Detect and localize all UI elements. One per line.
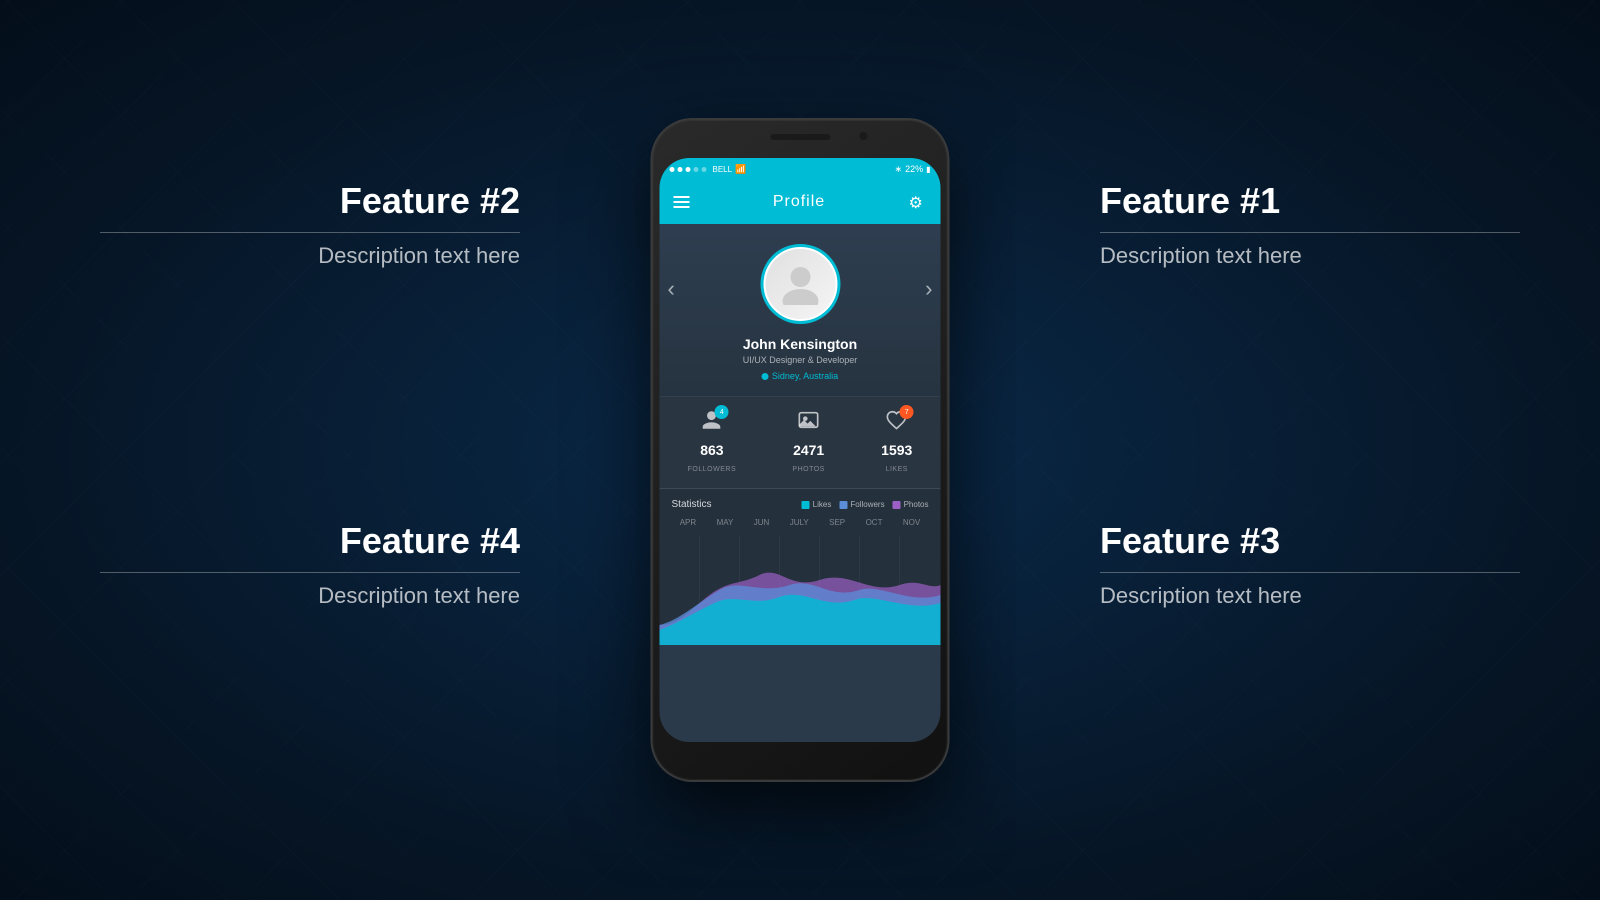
month-apr: APR (680, 518, 696, 527)
app-title: Profile (773, 193, 825, 211)
feature-1-section: Feature #1 Description text here (1100, 180, 1520, 269)
feature-1-title: Feature #1 (1100, 180, 1520, 222)
legend-likes-label: Likes (813, 500, 832, 509)
chart-header: Statistics Likes Followers Photos (660, 499, 941, 518)
month-oct: OCT (866, 518, 883, 527)
location-dot-icon (762, 373, 769, 380)
signal-dot-5 (702, 167, 707, 172)
phone-mockup: BELL 📶 ∗ 22% ▮ Profile ⚙ (653, 120, 948, 780)
feature-2-description: Description text here (100, 243, 520, 269)
bluetooth-icon: ∗ (895, 164, 903, 175)
signal-dot-2 (678, 167, 683, 172)
followers-label: FOLLOWERS (688, 466, 736, 473)
likes-label: LIKES (886, 466, 908, 473)
battery-icon: ▮ (926, 165, 930, 174)
wifi-icon: 📶 (735, 164, 746, 175)
avatar (760, 244, 840, 324)
feature-1-description: Description text here (1100, 243, 1520, 269)
stat-likes[interactable]: 7 1593 LIKES (881, 409, 912, 476)
phone-speaker (770, 134, 830, 140)
month-sep: SEP (829, 518, 845, 527)
signal-dot-3 (686, 167, 691, 172)
phone-camera (860, 132, 868, 140)
feature-1-divider (1100, 232, 1520, 233)
profile-section: ‹ › John Kensington UI/UX Designer (660, 224, 941, 396)
legend-followers-label: Followers (850, 500, 884, 509)
avatar-silhouette-icon (779, 263, 821, 305)
photos-label: PHOTOS (792, 466, 824, 473)
likes-count: 1593 (881, 442, 912, 458)
feature-3-description: Description text here (1100, 583, 1520, 609)
signal-dot-1 (670, 167, 675, 172)
battery-level: 22% (905, 164, 923, 174)
legend-likes-dot (802, 501, 810, 509)
settings-icon[interactable]: ⚙ (908, 193, 926, 211)
menu-icon[interactable] (674, 196, 690, 208)
feature-4-divider (100, 572, 520, 573)
carrier-name: BELL (713, 165, 733, 174)
chart-area (660, 535, 941, 645)
legend-likes: Likes (802, 500, 832, 509)
legend-photos: Photos (893, 500, 929, 509)
avatar-container (760, 244, 840, 324)
month-may: MAY (717, 518, 734, 527)
hamburger-line-3 (674, 206, 690, 208)
feature-4-section: Feature #4 Description text here (100, 520, 520, 609)
feature-3-section: Feature #3 Description text here (1100, 520, 1520, 609)
profile-location: Sidney, Australia (660, 371, 941, 381)
profile-name: John Kensington (660, 336, 941, 352)
signal-dot-4 (694, 167, 699, 172)
feature-3-title: Feature #3 (1100, 520, 1520, 562)
status-bar: BELL 📶 ∗ 22% ▮ (660, 158, 941, 180)
hamburger-line-2 (674, 201, 690, 203)
nav-arrow-right[interactable]: › (925, 278, 932, 300)
feature-2-title: Feature #2 (100, 180, 520, 222)
phone-screen: BELL 📶 ∗ 22% ▮ Profile ⚙ (660, 158, 941, 742)
status-right: ∗ 22% ▮ (895, 164, 931, 175)
statistics-chart (660, 535, 941, 645)
chart-section: Statistics Likes Followers Photos (660, 489, 941, 645)
hamburger-line-1 (674, 196, 690, 198)
legend-photos-dot (893, 501, 901, 509)
month-jun: JUN (754, 518, 770, 527)
stat-photos[interactable]: 2471 PHOTOS (792, 409, 824, 476)
chart-months: APR MAY JUN JULY SEP OCT NOV (660, 518, 941, 535)
legend-followers: Followers (839, 500, 884, 509)
phone-body: BELL 📶 ∗ 22% ▮ Profile ⚙ (653, 120, 948, 780)
photos-icon (798, 409, 820, 436)
month-nov: NOV (903, 518, 920, 527)
feature-4-description: Description text here (100, 583, 520, 609)
feature-4-title: Feature #4 (100, 520, 520, 562)
photos-count: 2471 (792, 442, 824, 458)
chart-legend: Likes Followers Photos (802, 500, 929, 509)
stats-section: 4 863 FOLLOWERS (660, 396, 941, 488)
profile-role: UI/UX Designer & Developer (660, 355, 941, 365)
feature-2-divider (100, 232, 520, 233)
month-july: JULY (790, 518, 809, 527)
legend-photos-label: Photos (904, 500, 929, 509)
nav-arrow-left[interactable]: ‹ (668, 278, 675, 300)
likes-badge: 7 (900, 405, 914, 419)
avatar-placeholder (765, 249, 835, 319)
followers-count: 863 (688, 442, 736, 458)
feature-2-section: Feature #2 Description text here (100, 180, 520, 269)
app-header: Profile ⚙ (660, 180, 941, 224)
followers-badge: 4 (715, 405, 729, 419)
chart-title: Statistics (672, 499, 712, 510)
status-left: BELL 📶 (670, 164, 747, 175)
stat-followers[interactable]: 4 863 FOLLOWERS (688, 409, 736, 476)
legend-followers-dot (839, 501, 847, 509)
feature-3-divider (1100, 572, 1520, 573)
location-text: Sidney, Australia (772, 371, 838, 381)
